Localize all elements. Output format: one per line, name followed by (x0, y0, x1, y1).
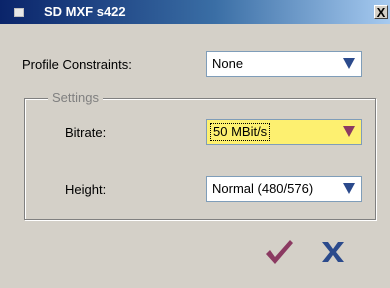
bitrate-dropdown[interactable]: 50 MBit/s (206, 119, 362, 145)
height-value: Normal (480/576) (212, 181, 314, 196)
checkmark-icon (266, 240, 293, 264)
x-icon (322, 242, 344, 262)
settings-group-legend: Settings (48, 91, 103, 105)
window-title: SD MXF s422 (44, 4, 126, 19)
cancel-button[interactable] (320, 240, 346, 264)
profile-constraints-value: None (212, 56, 244, 71)
height-dropdown[interactable]: Normal (480/576) (206, 176, 362, 202)
ok-button[interactable] (264, 238, 294, 266)
profile-constraints-dropdown[interactable]: None (206, 51, 362, 77)
bitrate-value: 50 MBit/s (210, 123, 271, 141)
window-menu-icon[interactable] (14, 8, 24, 17)
dialog-window: SD MXF s422 X Profile Constraints: None … (0, 0, 390, 288)
height-label: Height: (65, 182, 107, 197)
profile-constraints-label: Profile Constraints: (22, 57, 132, 72)
chevron-down-icon[interactable] (343, 183, 355, 194)
close-button[interactable]: X (374, 5, 388, 19)
chevron-down-icon[interactable] (343, 126, 355, 137)
bitrate-label: Bitrate: (65, 125, 107, 140)
chevron-down-icon[interactable] (343, 58, 355, 69)
title-bar[interactable]: SD MXF s422 X (0, 0, 390, 24)
